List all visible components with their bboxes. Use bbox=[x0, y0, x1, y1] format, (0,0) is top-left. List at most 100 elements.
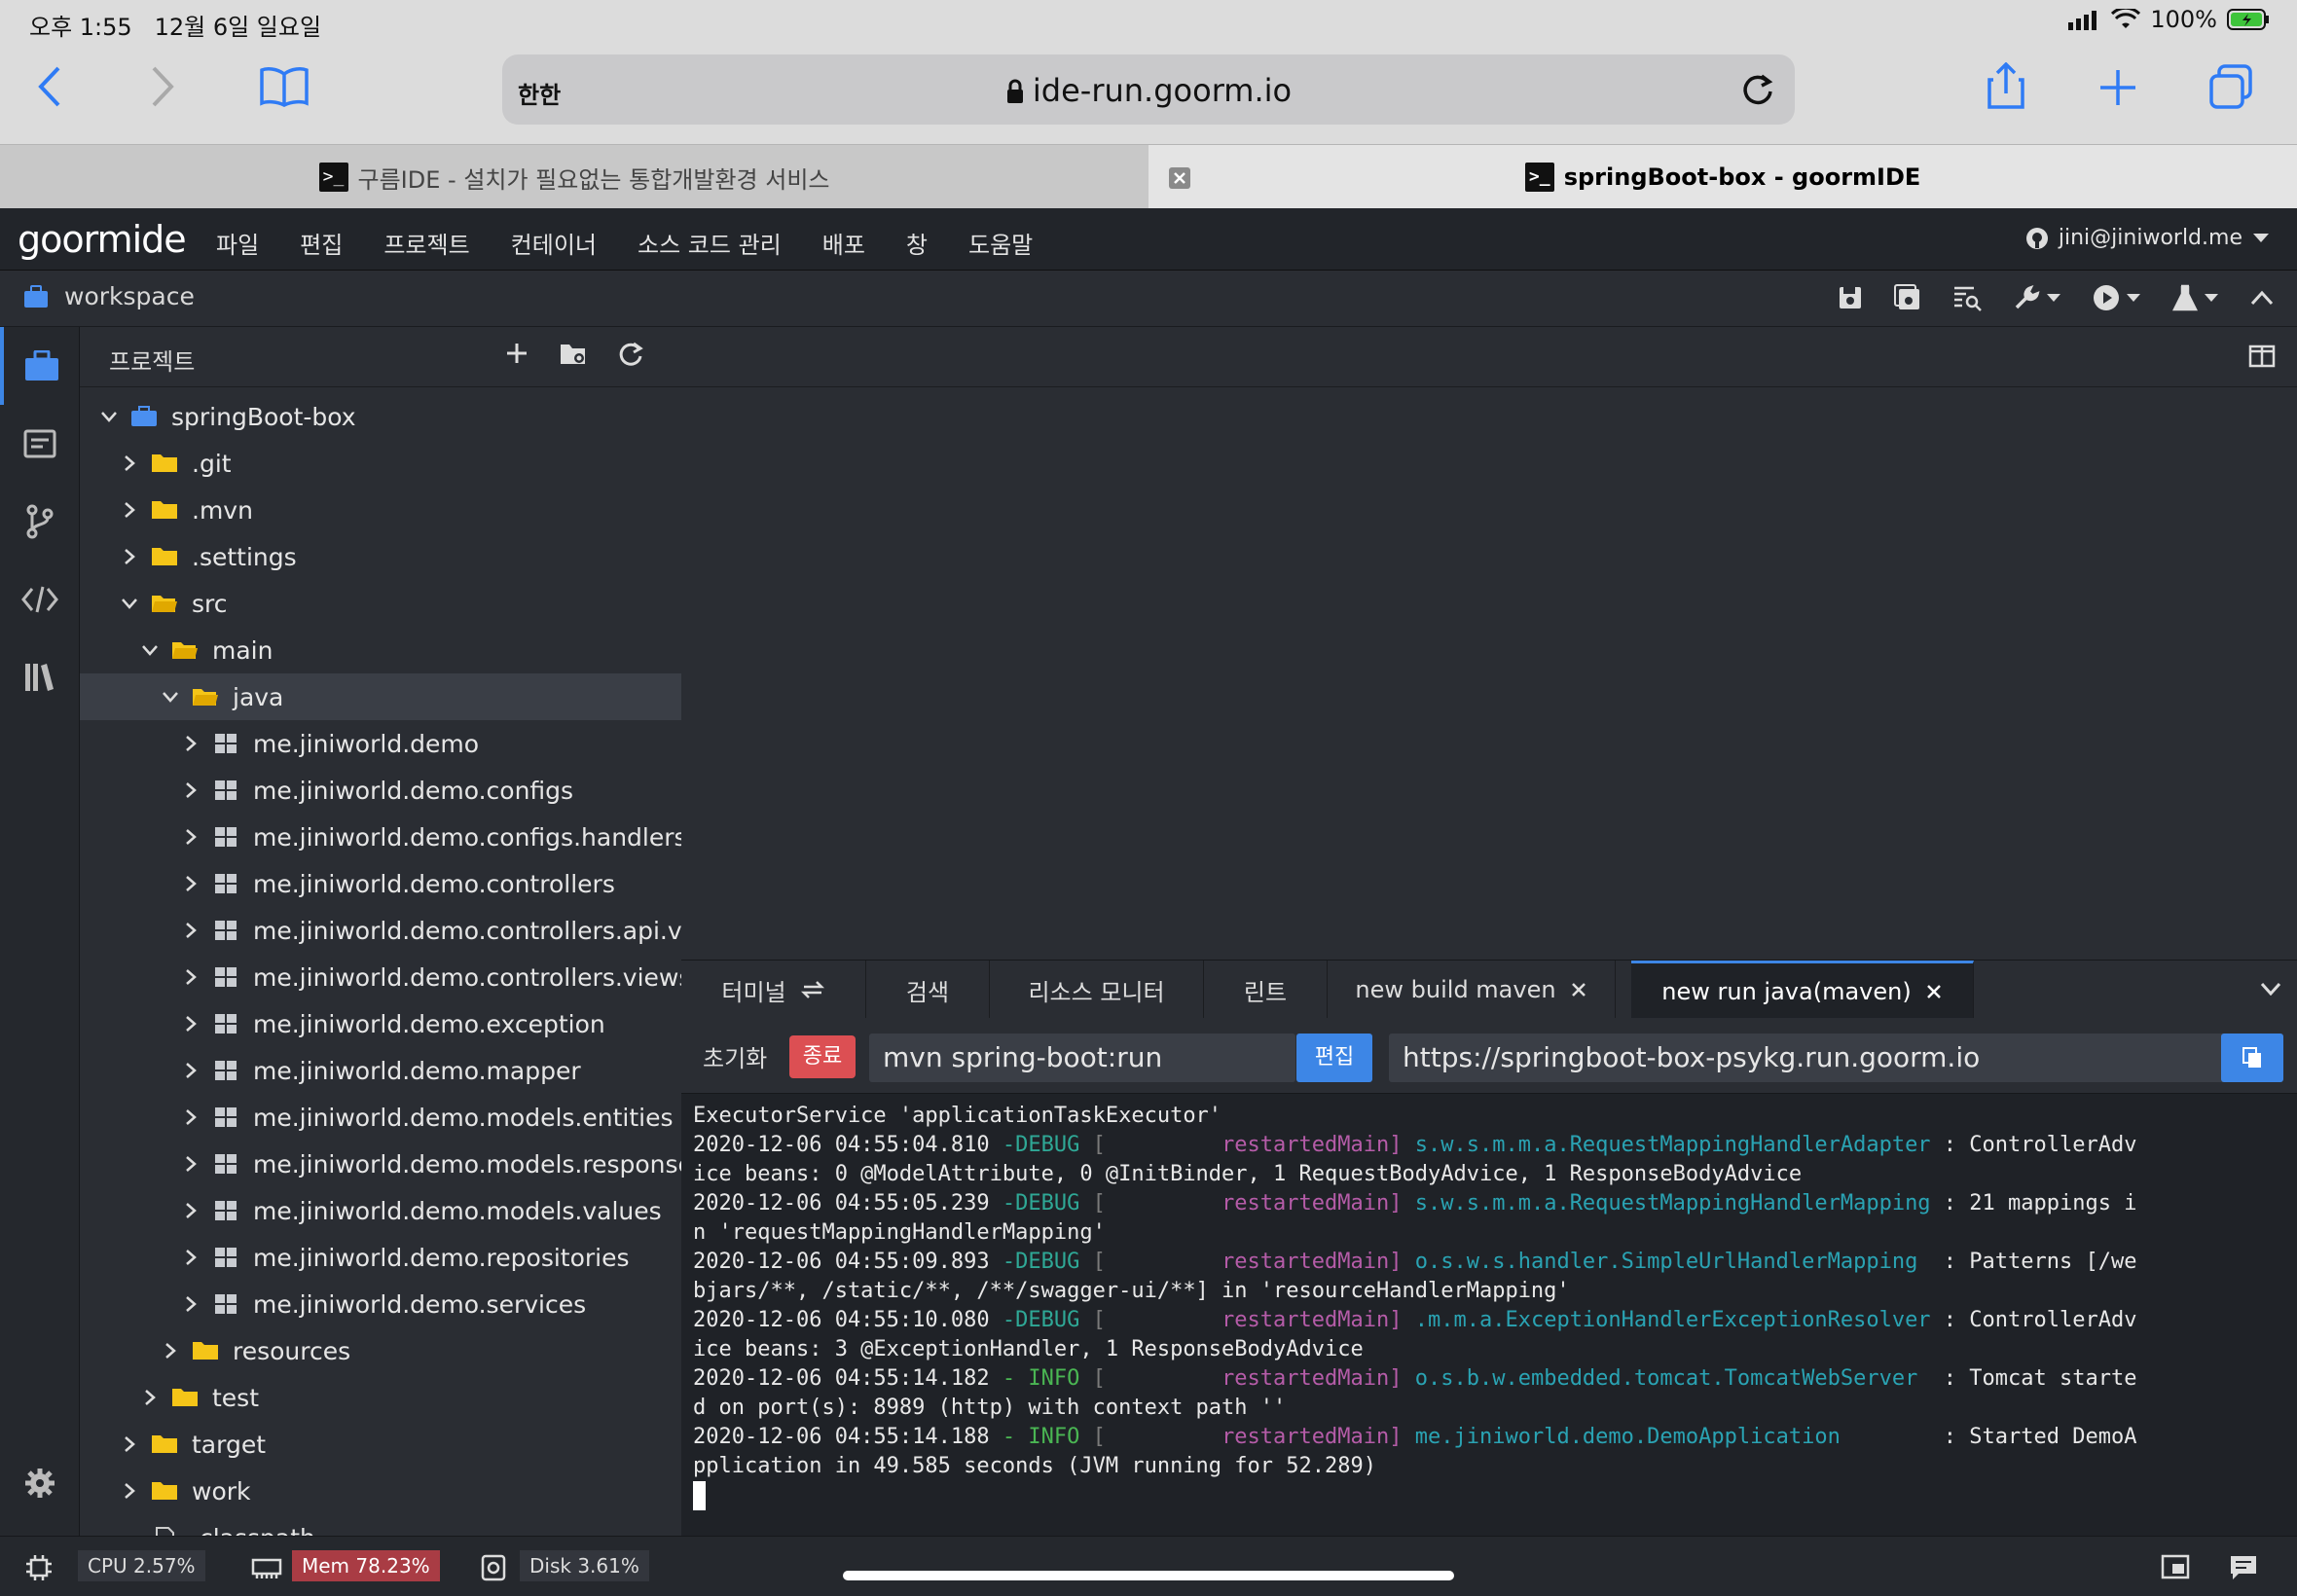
chevron-right-icon[interactable] bbox=[118, 498, 141, 522]
tab-build-maven[interactable]: new build maven bbox=[1328, 961, 1616, 1019]
package-item[interactable]: me.jiniworld.demo.controllers.views bbox=[80, 954, 681, 1000]
folder-item[interactable]: .mvn bbox=[80, 487, 681, 533]
package-item[interactable]: me.jiniworld.demo bbox=[80, 720, 681, 767]
menu-window[interactable]: 창 bbox=[906, 226, 928, 260]
package-item[interactable]: me.jiniworld.demo.configs.handlers bbox=[80, 814, 681, 860]
folder-item[interactable]: main bbox=[80, 627, 681, 673]
package-item[interactable]: me.jiniworld.demo.models.values bbox=[80, 1187, 681, 1234]
chevron-right-icon[interactable] bbox=[138, 1386, 162, 1409]
chevron-right-icon[interactable] bbox=[179, 1012, 202, 1035]
folder-settings-icon[interactable] bbox=[559, 341, 588, 366]
address-bar[interactable]: 한한 ide-run.goorm.io bbox=[502, 54, 1795, 125]
chevron-right-icon[interactable] bbox=[118, 545, 141, 568]
menu-project[interactable]: 프로젝트 bbox=[383, 226, 469, 260]
reset-button[interactable]: 초기화 bbox=[703, 1039, 767, 1073]
swap-icon[interactable] bbox=[800, 979, 825, 1000]
activity-git[interactable] bbox=[0, 483, 80, 561]
folder-item[interactable]: test bbox=[80, 1374, 681, 1421]
chevron-right-icon[interactable] bbox=[179, 1246, 202, 1269]
test-menu-button[interactable] bbox=[2172, 284, 2219, 311]
bookmarks-icon[interactable] bbox=[259, 66, 310, 107]
chevron-right-icon[interactable] bbox=[179, 965, 202, 989]
package-item[interactable]: me.jiniworld.demo.mapper bbox=[80, 1047, 681, 1094]
new-tab-icon[interactable] bbox=[2098, 68, 2137, 107]
url-display[interactable]: ide-run.goorm.io bbox=[502, 72, 1795, 109]
tab-terminal[interactable]: 터미널 bbox=[681, 961, 866, 1019]
browser-tab-goorm[interactable]: >_ 구름IDE - 설치가 필요없는 통합개발환경 서비스 bbox=[0, 145, 1148, 209]
save-icon[interactable] bbox=[1838, 285, 1863, 310]
tabs-overview-icon[interactable] bbox=[2207, 64, 2254, 109]
save-all-icon[interactable] bbox=[1894, 284, 1921, 311]
user-menu[interactable]: jini@jiniworld.me bbox=[2025, 226, 2270, 250]
menu-deploy[interactable]: 배포 bbox=[822, 226, 865, 260]
activity-code[interactable] bbox=[0, 561, 80, 638]
edit-button[interactable]: 편집 bbox=[1296, 1034, 1372, 1082]
tab-resource-monitor[interactable]: 리소스 모니터 bbox=[990, 961, 1204, 1019]
folder-item[interactable]: springBoot-box bbox=[80, 393, 681, 440]
chevron-down-icon[interactable] bbox=[138, 638, 162, 662]
menu-help[interactable]: 도움말 bbox=[968, 226, 1033, 260]
copy-url-button[interactable] bbox=[2221, 1034, 2283, 1082]
package-item[interactable]: me.jiniworld.demo.controllers bbox=[80, 860, 681, 907]
collapse-up-icon[interactable] bbox=[2250, 290, 2274, 306]
folder-item[interactable]: java bbox=[80, 673, 681, 720]
chevron-right-icon[interactable] bbox=[179, 872, 202, 895]
chevron-right-icon[interactable] bbox=[179, 919, 202, 942]
chat-icon[interactable] bbox=[2229, 1554, 2258, 1581]
stop-button[interactable]: 종료 bbox=[789, 1035, 856, 1078]
panel-layout-icon[interactable] bbox=[2161, 1554, 2190, 1579]
chevron-right-icon[interactable] bbox=[179, 1199, 202, 1222]
run-command-field[interactable]: mvn spring-boot:run bbox=[869, 1034, 1295, 1082]
chevron-down-icon[interactable] bbox=[97, 405, 121, 428]
chevron-right-icon[interactable] bbox=[118, 452, 141, 475]
close-icon[interactable] bbox=[1570, 981, 1587, 998]
activity-project[interactable] bbox=[0, 327, 80, 405]
chevron-right-icon[interactable] bbox=[179, 825, 202, 849]
refresh-icon[interactable] bbox=[617, 341, 644, 368]
activity-settings[interactable] bbox=[0, 1444, 80, 1522]
chevron-right-icon[interactable] bbox=[179, 1152, 202, 1176]
chevron-down-icon[interactable] bbox=[159, 685, 182, 708]
menu-edit[interactable]: 편집 bbox=[300, 226, 343, 260]
package-item[interactable]: me.jiniworld.demo.services bbox=[80, 1281, 681, 1327]
close-tab-icon[interactable] bbox=[1168, 166, 1191, 190]
chevron-right-icon[interactable] bbox=[179, 779, 202, 802]
menu-scm[interactable]: 소스 코드 관리 bbox=[638, 226, 782, 260]
share-icon[interactable] bbox=[1986, 62, 2026, 109]
build-menu-button[interactable] bbox=[2013, 284, 2061, 311]
find-in-files-icon[interactable] bbox=[1952, 284, 1982, 311]
activity-library[interactable] bbox=[0, 638, 80, 716]
folder-item[interactable]: .settings bbox=[80, 533, 681, 580]
chevron-right-icon[interactable] bbox=[179, 1292, 202, 1316]
package-item[interactable]: me.jiniworld.demo.controllers.api.v1 bbox=[80, 907, 681, 954]
package-item[interactable]: me.jiniworld.demo.configs bbox=[80, 767, 681, 814]
chevron-down-icon[interactable] bbox=[118, 592, 141, 615]
folder-item[interactable]: work bbox=[80, 1468, 681, 1514]
folder-item[interactable]: src bbox=[80, 580, 681, 627]
reload-icon[interactable] bbox=[1740, 72, 1775, 107]
split-view-icon[interactable] bbox=[2248, 345, 2276, 368]
package-item[interactable]: me.jiniworld.demo.models.entities bbox=[80, 1094, 681, 1141]
menu-container[interactable]: 컨테이너 bbox=[511, 226, 597, 260]
package-item[interactable]: me.jiniworld.demo.repositories bbox=[80, 1234, 681, 1281]
file-item[interactable]: .classpath bbox=[80, 1514, 681, 1536]
tab-run-java-maven[interactable]: new run java(maven) bbox=[1631, 961, 1974, 1019]
tab-search[interactable]: 검색 bbox=[866, 961, 990, 1019]
chevron-right-icon[interactable] bbox=[118, 1479, 141, 1503]
browser-tab-springboot[interactable]: >_ springBoot-box - goormIDE bbox=[1148, 145, 2297, 209]
forward-icon[interactable] bbox=[148, 64, 177, 109]
menu-file[interactable]: 파일 bbox=[216, 226, 259, 260]
run-url-field[interactable]: https://springboot-box-psykg.run.goorm.i… bbox=[1389, 1034, 2265, 1082]
package-item[interactable]: me.jiniworld.demo.models.responses bbox=[80, 1141, 681, 1187]
folder-item[interactable]: .git bbox=[80, 440, 681, 487]
chevron-right-icon[interactable] bbox=[179, 1059, 202, 1082]
run-menu-button[interactable] bbox=[2093, 284, 2141, 311]
chevron-right-icon[interactable] bbox=[179, 732, 202, 755]
chevron-down-icon[interactable] bbox=[2260, 982, 2281, 996]
chevron-right-icon[interactable] bbox=[179, 1106, 202, 1129]
console-output[interactable]: ExecutorService 'applicationTaskExecutor… bbox=[693, 1102, 2289, 1530]
chevron-right-icon[interactable] bbox=[118, 1433, 141, 1456]
folder-item[interactable]: target bbox=[80, 1421, 681, 1468]
tab-lint[interactable]: 린트 bbox=[1204, 961, 1328, 1019]
folder-item[interactable]: resources bbox=[80, 1327, 681, 1374]
